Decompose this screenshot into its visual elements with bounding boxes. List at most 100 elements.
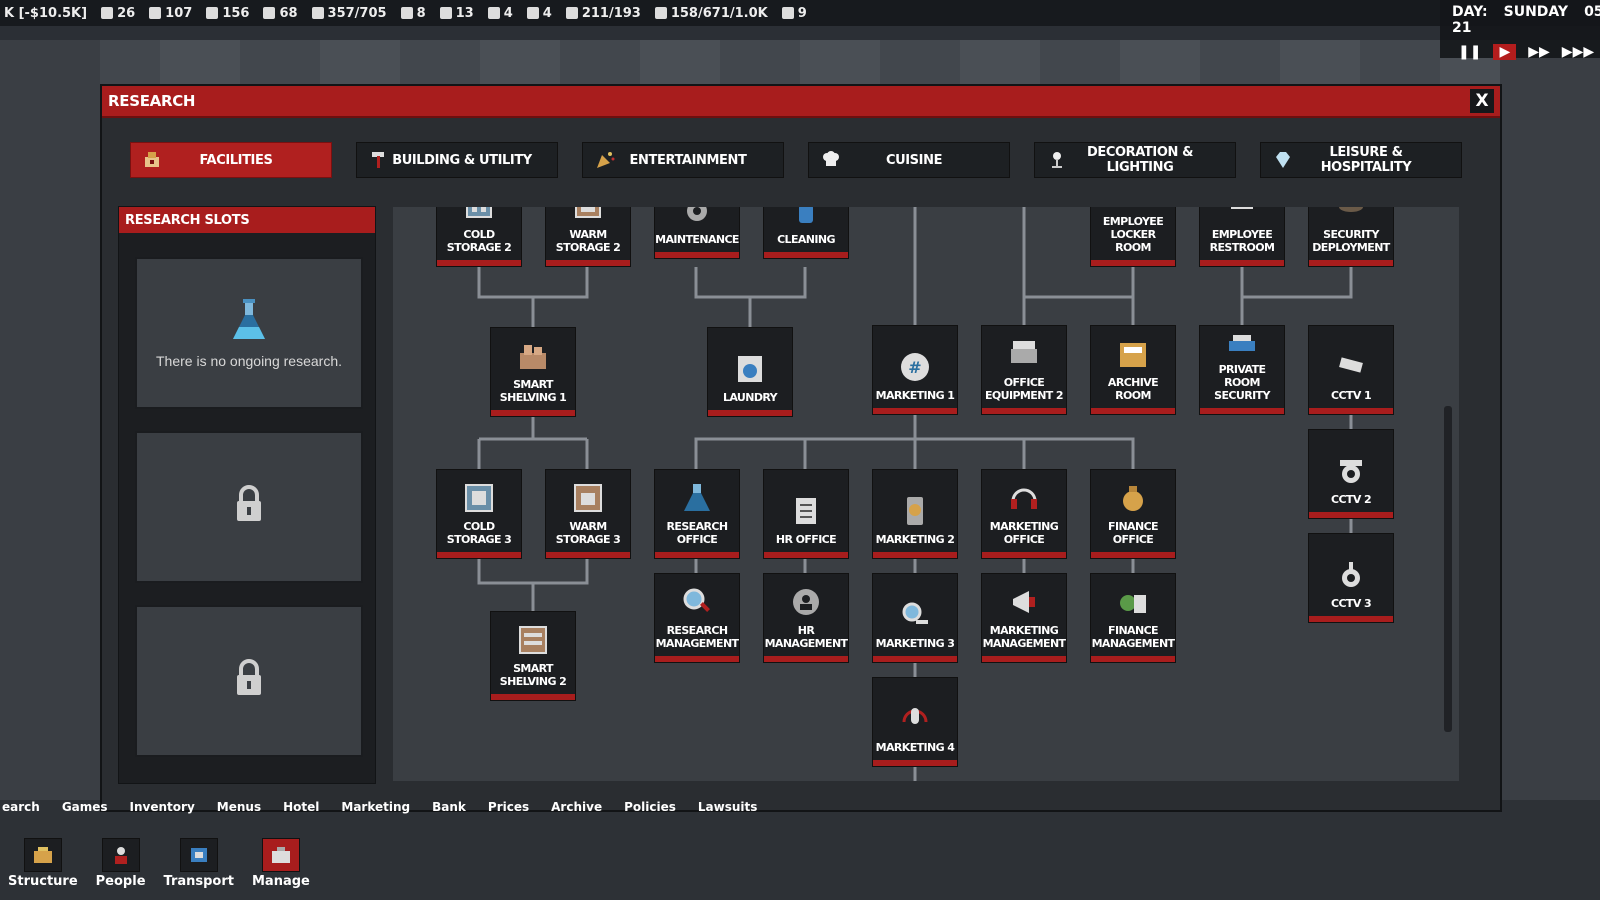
node-cctv-3[interactable]: CCTV 3: [1308, 533, 1394, 623]
node-employee-locker-room[interactable]: EMPLOYEE LOCKER ROOM: [1090, 207, 1176, 267]
locker-icon: [1115, 207, 1151, 211]
truck-icon: [487, 7, 500, 19]
game-scene-left: [0, 40, 100, 800]
money-calculator-icon: [1115, 584, 1151, 620]
node-smart-shelving-1[interactable]: SMART SHELVING 1: [490, 327, 576, 417]
no-research-text: There is no ongoing research.: [156, 353, 342, 369]
node-private-room-security[interactable]: PRIVATE ROOM SECURITY: [1199, 325, 1285, 415]
fast-forward-button[interactable]: ▶▶: [1528, 44, 1550, 60]
cold-storage-icon: [461, 480, 497, 516]
node-employee-restroom[interactable]: EMPLOYEE RESTROOM: [1199, 207, 1285, 267]
node-cold-storage-2[interactable]: COLD STORAGE 2: [436, 207, 522, 267]
shelving-icon: [515, 338, 551, 374]
box-icon: [206, 7, 219, 19]
node-archive-room[interactable]: ARCHIVE ROOM: [1090, 325, 1176, 415]
hashtag-icon: #: [897, 349, 933, 385]
manage-button[interactable]: Manage: [252, 838, 310, 889]
node-hr-management[interactable]: HR MANAGEMENT: [763, 573, 849, 663]
hud-stat: 8: [400, 6, 426, 21]
node-finance-management[interactable]: FINANCE MANAGEMENT: [1090, 573, 1176, 663]
person-icon: [101, 838, 140, 872]
research-slot-empty[interactable]: There is no ongoing research.: [135, 257, 363, 409]
category-tabs: FACILITIES BUILDING & UTILITY ENTERTAINM…: [130, 142, 1462, 178]
hud-stat: 107: [149, 6, 192, 21]
menu-policies[interactable]: Policies: [624, 800, 676, 820]
node-marketing-management[interactable]: MARKETING MANAGEMENT: [981, 573, 1067, 663]
crate-icon: [149, 7, 162, 19]
node-laundry[interactable]: LAUNDRY: [707, 327, 793, 417]
tab-entertainment[interactable]: ENTERTAINMENT: [582, 142, 784, 178]
money-bag-icon: [1115, 480, 1151, 516]
node-finance-office[interactable]: FINANCE OFFICE: [1090, 469, 1176, 559]
transport-button[interactable]: Transport: [164, 838, 234, 889]
restroom-icon: [1224, 207, 1260, 224]
node-hr-office[interactable]: HR OFFICE: [763, 469, 849, 559]
tab-facilities[interactable]: FACILITIES: [130, 142, 332, 178]
node-warm-storage-2[interactable]: WARM STORAGE 2: [545, 207, 631, 267]
hud-stat: 26: [101, 6, 135, 21]
node-marketing-4[interactable]: MARKETING 4: [872, 677, 958, 767]
node-research-management[interactable]: RESEARCH MANAGEMENT: [654, 573, 740, 663]
dome-camera-icon: [1333, 453, 1369, 489]
research-slots-panel: RESEARCH SLOTS There is no ongoing resea…: [118, 206, 376, 784]
menu-marketing[interactable]: Marketing: [341, 800, 410, 820]
menu-games[interactable]: Games: [62, 800, 108, 820]
node-office-equipment-2[interactable]: OFFICE EQUIPMENT 2: [981, 325, 1067, 415]
menu-menus[interactable]: Menus: [217, 800, 261, 820]
node-marketing-1[interactable]: # MARKETING 1: [872, 325, 958, 415]
menu-prices[interactable]: Prices: [488, 800, 529, 820]
node-maintenance[interactable]: MAINTENANCE: [654, 207, 740, 259]
node-warm-storage-3[interactable]: WARM STORAGE 3: [545, 469, 631, 559]
tree-scrollbar[interactable]: [1444, 406, 1452, 732]
research-slot-locked: [135, 605, 363, 757]
top-hud: K [-$10.5K] 26 107 156 68 357/705 8 13 4…: [0, 0, 1600, 26]
headset-icon: [1006, 480, 1042, 516]
node-cleaning[interactable]: CLEANING: [763, 207, 849, 259]
diamond-icon: [1271, 148, 1295, 172]
microphone-icon: [897, 701, 933, 737]
confetti-icon: [593, 148, 617, 172]
pause-button[interactable]: ❚❚: [1458, 44, 1481, 60]
modal-title: RESEARCH: [108, 92, 196, 110]
node-cold-storage-3[interactable]: COLD STORAGE 3: [436, 469, 522, 559]
fastest-button[interactable]: ▶▶▶: [1562, 44, 1594, 60]
menu-research[interactable]: earch: [2, 800, 40, 820]
research-tree: COLD STORAGE 2 WARM STORAGE 2 MAINTENANC…: [392, 206, 1460, 782]
people-button[interactable]: People: [96, 838, 146, 889]
node-cctv-1[interactable]: CCTV 1: [1308, 325, 1394, 415]
hud-stat: 211/193: [565, 6, 641, 21]
structure-button[interactable]: Structure: [8, 838, 78, 889]
flask-icon: [679, 480, 715, 516]
security-camera-icon: [1333, 349, 1369, 385]
node-marketing-2[interactable]: MARKETING 2: [872, 469, 958, 559]
menu-bank[interactable]: Bank: [432, 800, 466, 820]
menu-lawsuits[interactable]: Lawsuits: [698, 800, 758, 820]
menu-hotel[interactable]: Hotel: [283, 800, 319, 820]
node-security-deployment[interactable]: SECURITY DEPLOYMENT: [1308, 207, 1394, 267]
research-slot-locked: [135, 431, 363, 583]
hud-stat: 4: [526, 6, 552, 21]
tab-cuisine[interactable]: CUISINE: [808, 142, 1010, 178]
node-marketing-3[interactable]: MARKETING 3: [872, 573, 958, 663]
node-smart-shelving-2[interactable]: SMART SHELVING 2: [490, 611, 576, 701]
magnifier-icon: [679, 584, 715, 620]
structure-icon: [23, 838, 62, 872]
tab-building-utility[interactable]: BUILDING & UTILITY: [356, 142, 558, 178]
day-counter: DAY: 21: [1452, 4, 1488, 36]
node-marketing-office[interactable]: MARKETING OFFICE: [981, 469, 1067, 559]
shelving-icon: [515, 622, 551, 658]
hud-stat: 156: [206, 6, 249, 21]
chat-icon: [781, 7, 794, 19]
clock-extra: 05: [1584, 4, 1600, 20]
money-stat: K [-$10.5K]: [4, 5, 88, 21]
tab-decoration-lighting[interactable]: DECORATION & LIGHTING: [1034, 142, 1236, 178]
bottom-menu: earch Games Inventory Menus Hotel Market…: [0, 800, 757, 820]
close-button[interactable]: X: [1470, 89, 1494, 113]
node-research-office[interactable]: RESEARCH OFFICE: [654, 469, 740, 559]
play-button[interactable]: ▶: [1493, 44, 1517, 60]
menu-inventory[interactable]: Inventory: [130, 800, 195, 820]
menu-archive[interactable]: Archive: [551, 800, 602, 820]
gear-icon: [679, 207, 715, 229]
tab-leisure-hospitality[interactable]: LEISURE & HOSPITALITY: [1260, 142, 1462, 178]
node-cctv-2[interactable]: CCTV 2: [1308, 429, 1394, 519]
